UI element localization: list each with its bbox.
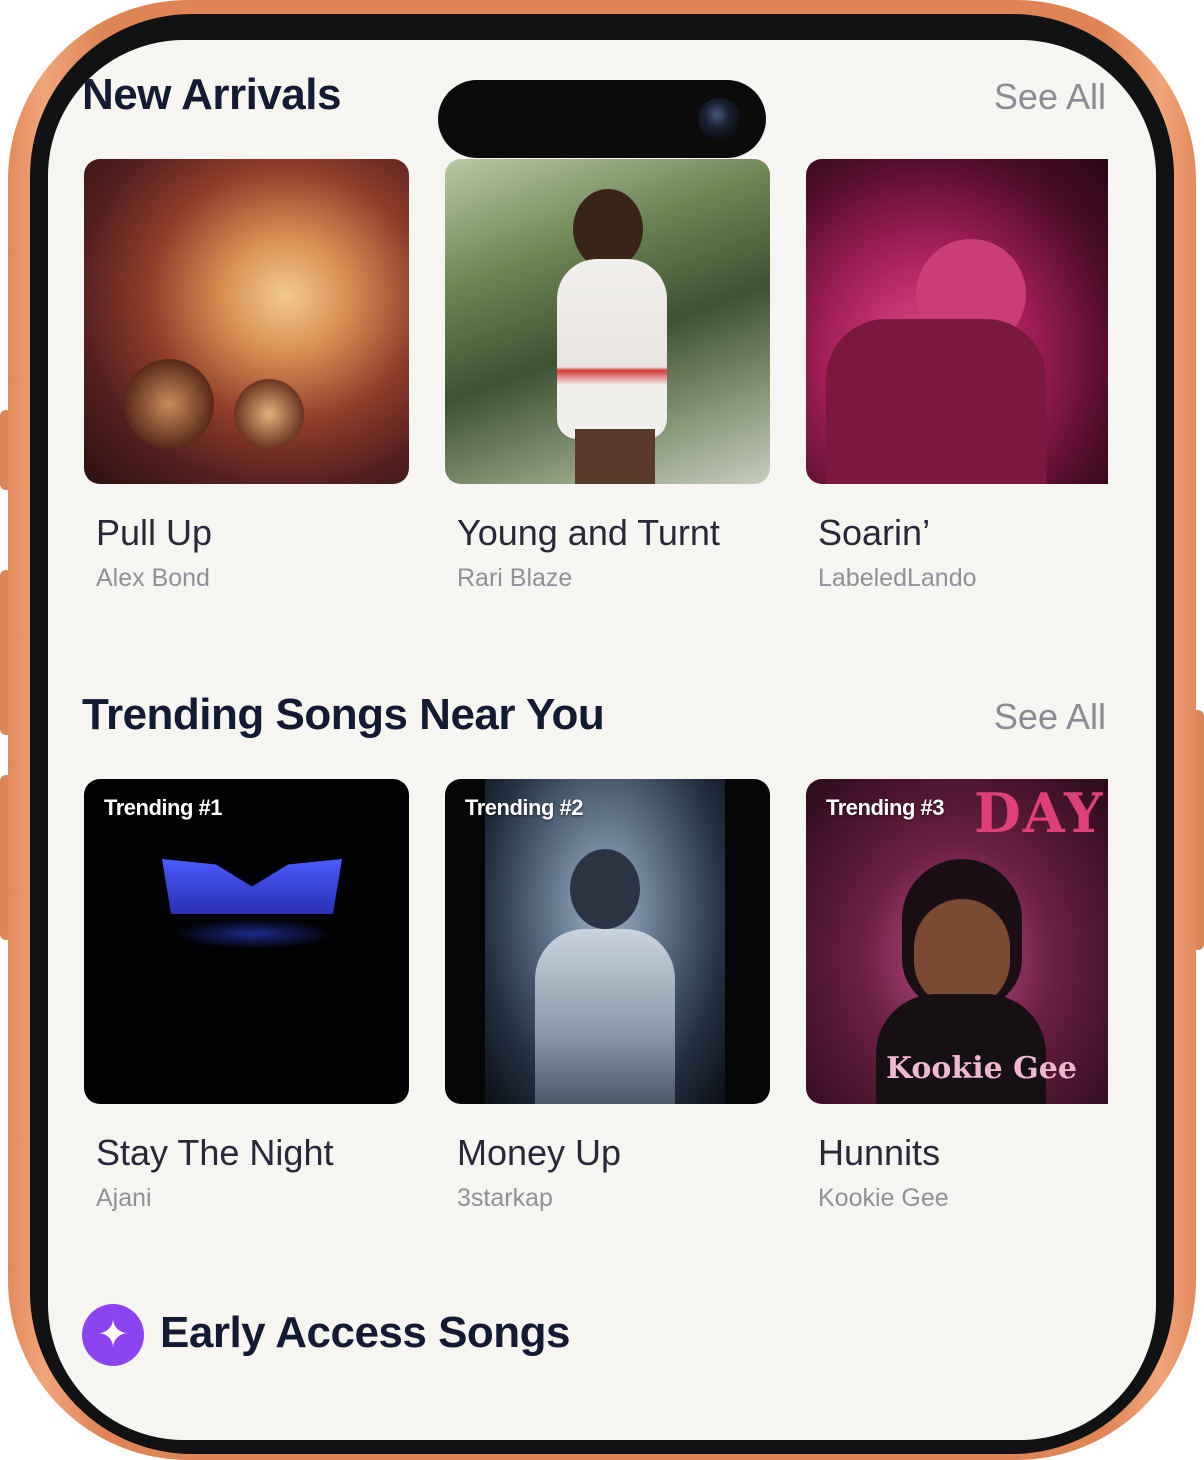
front-camera-icon [698, 98, 740, 140]
artist-name: Rari Blaze [457, 564, 573, 592]
artist-name: Alex Bond [96, 564, 210, 592]
artist-name: Kookie Gee [818, 1184, 949, 1212]
trending-rank-badge: Trending #1 [104, 795, 222, 820]
song-title: Soarin’ [818, 512, 931, 553]
new-arrivals-see-all-link[interactable]: See All [994, 76, 1106, 118]
trending-see-all-link[interactable]: See All [994, 696, 1106, 738]
dynamic-island [438, 80, 766, 158]
trending-heading: Trending Songs Near You [82, 690, 605, 739]
new-arrival-card-pull-up[interactable]: Pull Up Alex Bond [84, 159, 409, 593]
new-arrival-card-young-and-turnt[interactable]: Young and Turnt Rari Blaze [445, 159, 770, 593]
album-art-hunnits: DAY Kookie Gee Trending #3 [806, 779, 1108, 1104]
artist-name: 3starkap [457, 1184, 553, 1212]
song-title: Money Up [457, 1132, 622, 1173]
album-art-text: Kookie Gee [886, 1051, 1077, 1086]
album-art-text: DAY [974, 781, 1105, 845]
song-title: Young and Turnt [457, 512, 720, 553]
album-art-soarin [806, 159, 1108, 484]
album-art-pull-up [84, 159, 409, 484]
early-access-heading: Early Access Songs [160, 1308, 571, 1357]
app-screen: New Arrivals See All Pull Up Alex Bond Y… [48, 40, 1156, 1440]
album-art-money-up: Trending #2 [445, 779, 770, 1104]
trending-card-money-up[interactable]: Trending #2 Money Up 3starkap [445, 779, 770, 1213]
artist-name: LabeledLando [818, 564, 977, 592]
artist-name: Ajani [96, 1184, 152, 1212]
new-arrival-card-soarin[interactable]: Soarin’ LabeledLando [806, 159, 1108, 593]
trending-rank-badge: Trending #3 [826, 795, 944, 820]
trending-card-hunnits[interactable]: DAY Kookie Gee Trending #3 Hunnits Kooki… [806, 779, 1108, 1213]
song-title: Hunnits [818, 1132, 941, 1173]
album-art-young-and-turnt [445, 159, 770, 484]
trending-rank-badge: Trending #2 [465, 795, 583, 820]
song-title: Pull Up [96, 512, 213, 553]
new-arrivals-heading: New Arrivals [82, 70, 341, 119]
trending-card-stay-the-night[interactable]: Trending #1 Stay The Night Ajani [84, 779, 409, 1213]
album-art-stay-the-night: Trending #1 [84, 779, 409, 1104]
song-title: Stay The Night [96, 1132, 334, 1173]
